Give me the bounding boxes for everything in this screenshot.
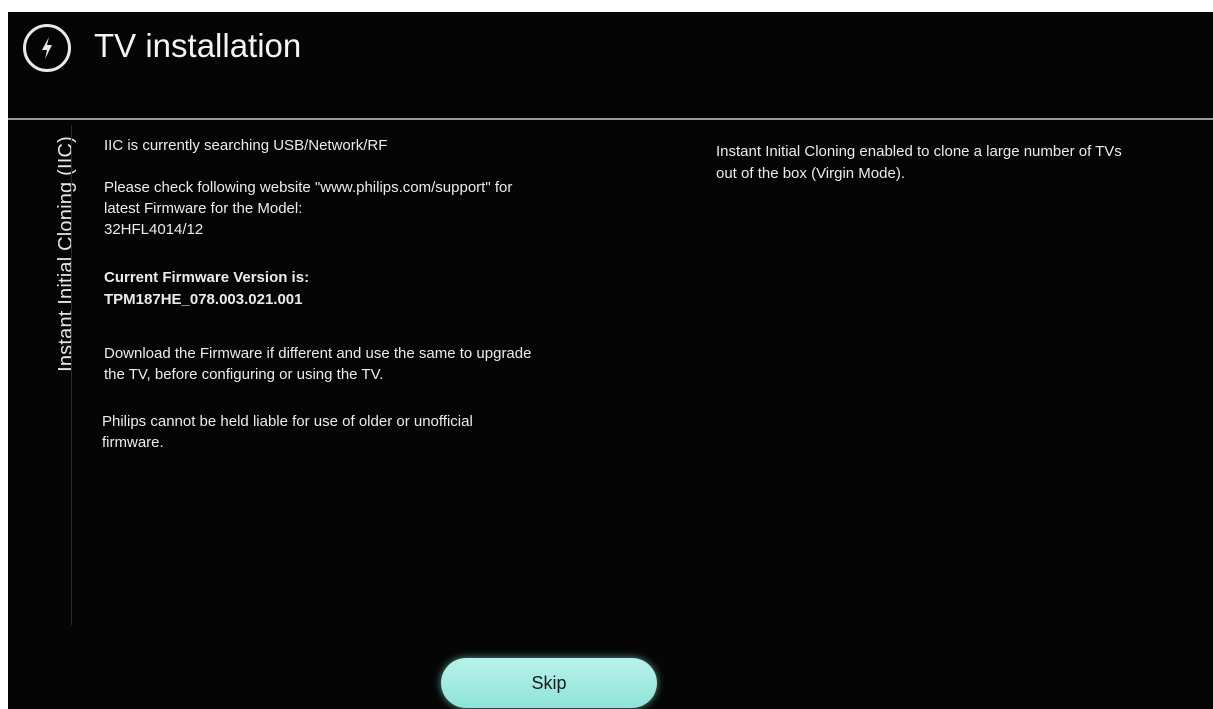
model-number: 32HFL4014/12: [104, 221, 204, 238]
header: TV installation: [8, 12, 1213, 120]
firmware-version-value: TPM187HE_078.003.021.001: [104, 291, 303, 308]
skip-button[interactable]: Skip: [441, 658, 657, 708]
installation-icon: [23, 24, 71, 72]
tv-screen: TV installation Instant Initial Cloning …: [8, 12, 1213, 709]
page-title: TV installation: [94, 27, 302, 64]
check-website-text-line2: latest Firmware for the Model:: [104, 200, 303, 217]
searching-status: IIC is currently searching USB/Network/R…: [104, 137, 388, 154]
info-text-line1: Instant Initial Cloning enabled to clone…: [716, 143, 1122, 160]
download-instruction-line2: the TV, before configuring or using the …: [104, 366, 384, 383]
check-website-text-line1: Please check following website "www.phil…: [104, 179, 513, 196]
liability-notice-line2: firmware.: [102, 434, 164, 451]
lightning-bolt-icon: [42, 37, 52, 59]
liability-notice-line1: Philips cannot be held liable for use of…: [102, 413, 473, 430]
sidebar-divider: [71, 125, 72, 625]
download-instruction-line1: Download the Firmware if different and u…: [104, 345, 532, 362]
header-divider: [8, 118, 1213, 120]
firmware-version-label: Current Firmware Version is:: [104, 269, 310, 286]
info-text-line2: out of the box (Virgin Mode).: [716, 165, 905, 182]
sidebar: Instant Initial Cloning (IIC): [8, 120, 77, 709]
sidebar-section-label: Instant Initial Cloning (IIC): [55, 136, 77, 372]
